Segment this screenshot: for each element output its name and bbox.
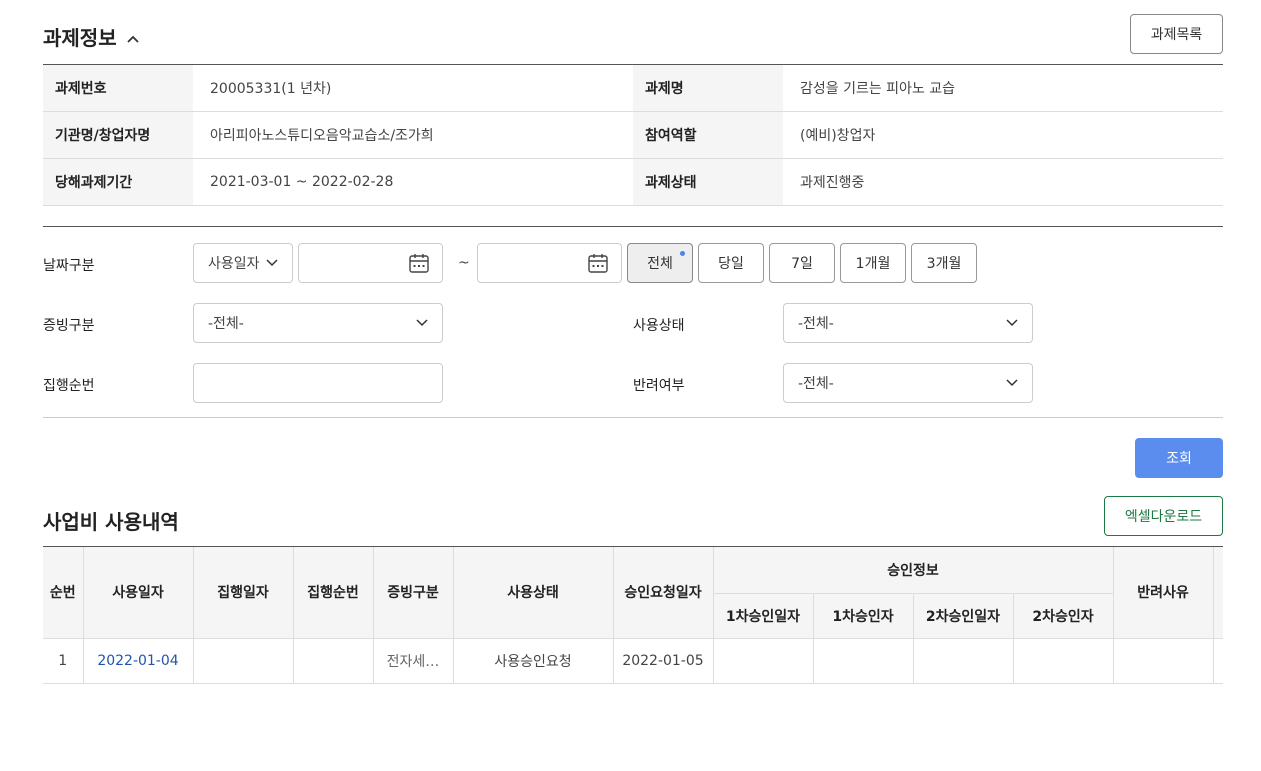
page-title: 과제정보 xyxy=(43,26,117,50)
cell-request-date: 2022-01-05 xyxy=(613,638,714,684)
cell-exec-no xyxy=(293,638,374,684)
col-header-exec-no: 집행순번 xyxy=(293,547,374,639)
info-label: 당해과제기간 xyxy=(43,159,193,205)
exec-number-input[interactable] xyxy=(193,363,443,403)
info-value: 아리피아노스튜디오음악교습소/조가희 xyxy=(210,128,434,144)
period-today-button[interactable]: 당일 xyxy=(698,243,764,283)
col-header-approval1-date: 1차승인일자 xyxy=(713,593,814,639)
col-header-request-date: 승인요청일자 xyxy=(613,547,714,639)
col-header-approver2: 2차승인자 xyxy=(1013,593,1114,639)
cell-extra xyxy=(1213,638,1223,684)
col-header-approval2-date: 2차승인일자 xyxy=(913,593,1014,639)
calendar-icon[interactable] xyxy=(587,252,609,274)
date-range-separator: ~ xyxy=(458,255,470,271)
info-row: 기관명/창업자명 아리피아노스튜디오음악교습소/조가희 참여역할 (예비)창업자 xyxy=(43,112,1223,159)
period-1month-button[interactable]: 1개월 xyxy=(840,243,906,283)
date-to-input[interactable] xyxy=(477,243,622,283)
info-label: 참여역할 xyxy=(633,112,783,158)
col-header-reject-reason: 반려사유 xyxy=(1113,547,1214,639)
use-status-label: 사용상태 xyxy=(633,318,685,334)
use-status-value: -전체- xyxy=(798,316,834,332)
period-label: 전체 xyxy=(647,256,673,272)
calendar-icon[interactable] xyxy=(408,252,430,274)
date-type-value: 사용일자 xyxy=(208,256,260,272)
cell-status: 사용승인요청 xyxy=(453,638,614,684)
col-header-approver1: 1차승인자 xyxy=(813,593,914,639)
info-value: (예비)창업자 xyxy=(800,128,876,144)
project-list-button[interactable]: 과제목록 xyxy=(1130,14,1223,54)
info-row: 당해과제기간 2021-03-01 ~ 2022-02-28 과제상태 과제진행… xyxy=(43,159,1223,206)
chevron-down-icon xyxy=(266,259,278,267)
cell-reject-reason xyxy=(1113,638,1214,684)
info-label: 기관명/창업자명 xyxy=(43,112,193,158)
project-info-table: 과제번호 20005331(1 년차) 과제명 감성을 기르는 피아노 교습 기… xyxy=(43,64,1223,206)
col-header-exec-date: 집행일자 xyxy=(193,547,294,639)
reject-status-label: 반려여부 xyxy=(633,378,685,394)
info-value: 20005331(1 년차) xyxy=(210,81,332,97)
date-type-label: 날짜구분 xyxy=(43,258,95,274)
usage-section-title: 사업비 사용내역 xyxy=(43,510,179,534)
col-header-use-date: 사용일자 xyxy=(83,547,194,639)
search-button[interactable]: 조회 xyxy=(1135,438,1223,478)
reject-status-value: -전체- xyxy=(798,376,834,392)
evidence-type-select[interactable]: -전체- xyxy=(193,303,443,343)
info-label: 과제명 xyxy=(633,65,783,111)
use-status-select[interactable]: -전체- xyxy=(783,303,1033,343)
search-panel: 날짜구분 사용일자 ~ 전체 당일 7일 1개월 3개월 증빙구분 -전체- 사… xyxy=(43,226,1223,418)
period-all-button[interactable]: 전체 xyxy=(627,243,693,283)
chevron-down-icon xyxy=(416,319,428,327)
excel-download-button[interactable]: 엑셀다운로드 xyxy=(1104,496,1223,536)
col-header-extra xyxy=(1213,547,1223,639)
info-row: 과제번호 20005331(1 년차) 과제명 감성을 기르는 피아노 교습 xyxy=(43,65,1223,112)
info-label: 과제번호 xyxy=(43,65,193,111)
selected-dot-icon xyxy=(680,251,685,256)
info-label: 과제상태 xyxy=(633,159,783,205)
col-header-no: 순번 xyxy=(43,547,84,639)
exec-number-label: 집행순번 xyxy=(43,378,95,394)
cell-approver2 xyxy=(1013,638,1114,684)
usage-table: 순번 사용일자 집행일자 집행순번 증빙구분 사용상태 승인요청일자 승인정보 … xyxy=(43,547,1223,684)
col-header-evidence: 증빙구분 xyxy=(373,547,454,639)
evidence-type-label: 증빙구분 xyxy=(43,318,95,334)
cell-exec-date xyxy=(193,638,294,684)
reject-status-select[interactable]: -전체- xyxy=(783,363,1033,403)
cell-evidence: 전자세… xyxy=(373,638,454,684)
cell-approval2-date xyxy=(913,638,1014,684)
cell-approval1-date xyxy=(713,638,814,684)
chevron-down-icon xyxy=(1006,379,1018,387)
evidence-type-value: -전체- xyxy=(208,316,244,332)
date-type-select[interactable]: 사용일자 xyxy=(193,243,293,283)
info-value: 감성을 기르는 피아노 교습 xyxy=(800,81,956,97)
date-from-input[interactable] xyxy=(298,243,443,283)
cell-approver1 xyxy=(813,638,914,684)
period-7days-button[interactable]: 7일 xyxy=(769,243,835,283)
cell-no: 1 xyxy=(43,638,84,684)
section-title-project-info[interactable]: 과제정보 xyxy=(43,22,139,51)
info-value: 2021-03-01 ~ 2022-02-28 xyxy=(210,174,394,190)
col-header-status: 사용상태 xyxy=(453,547,614,639)
col-header-approval: 승인정보 xyxy=(713,547,1114,594)
period-3months-button[interactable]: 3개월 xyxy=(911,243,977,283)
table-row[interactable]: 1 2022-01-04 전자세… 사용승인요청 2022-01-05 xyxy=(43,638,1223,684)
chevron-up-icon[interactable] xyxy=(126,33,139,45)
chevron-down-icon xyxy=(1006,319,1018,327)
usage-table-container[interactable]: 순번 사용일자 집행일자 집행순번 증빙구분 사용상태 승인요청일자 승인정보 … xyxy=(43,546,1223,684)
cell-use-date-link[interactable]: 2022-01-04 xyxy=(83,638,194,684)
info-value: 과제진행중 xyxy=(800,175,865,191)
